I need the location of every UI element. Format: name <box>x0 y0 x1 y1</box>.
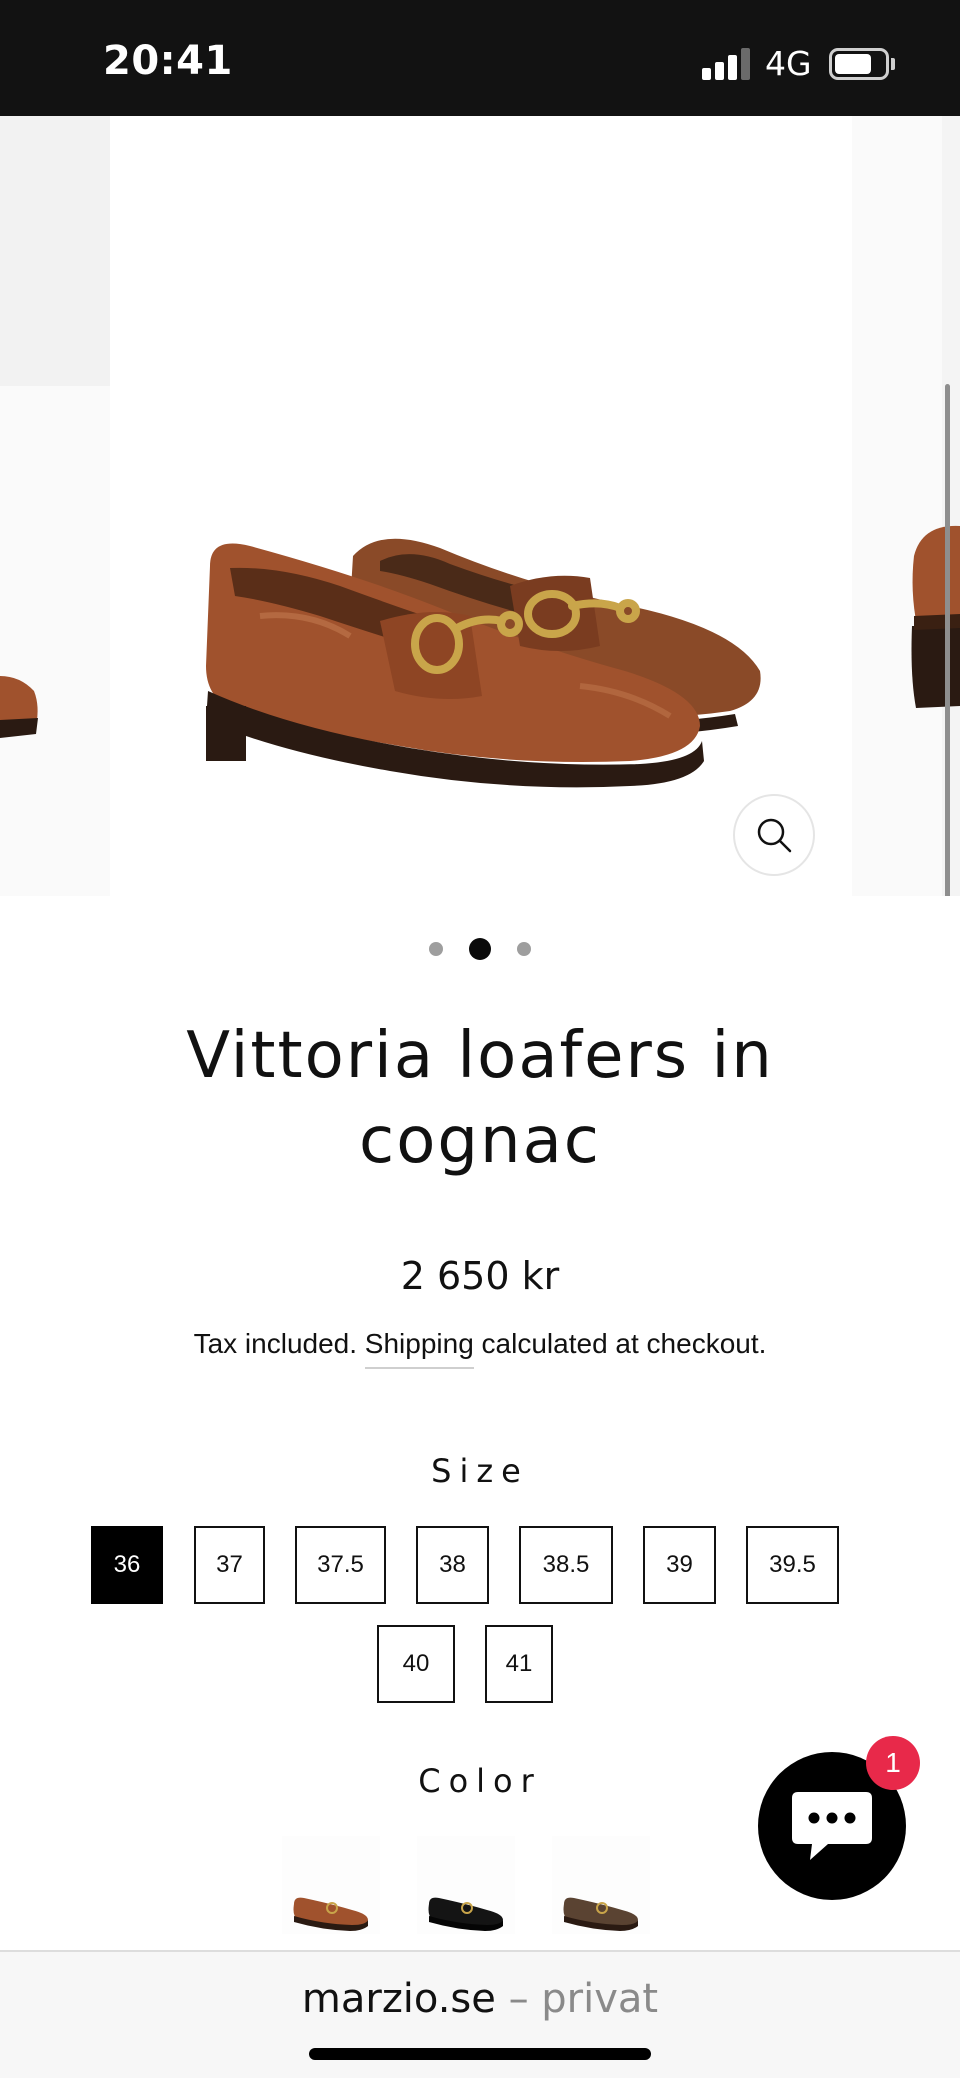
color-swatch-brown[interactable] <box>552 1836 650 1934</box>
network-label: 4G <box>765 44 812 83</box>
gallery-dot-1[interactable] <box>429 942 443 956</box>
zoom-button[interactable] <box>733 794 815 876</box>
home-indicator[interactable] <box>309 2048 651 2060</box>
color-swatch-image <box>428 1897 503 1931</box>
tax-note: Tax included. Shipping calculated at che… <box>0 1328 960 1369</box>
url-display[interactable]: marzio.se – privat <box>0 1976 960 2022</box>
tax-note-suffix: calculated at checkout. <box>473 1328 767 1359</box>
url-suffix: – privat <box>495 1976 659 2022</box>
color-swatch-image <box>563 1897 638 1931</box>
product-price: 2 650 kr <box>400 1254 560 1298</box>
gallery-slide-previous[interactable] <box>0 116 110 896</box>
size-label: Size <box>431 1452 529 1490</box>
size-option-39[interactable]: 39 <box>643 1526 716 1604</box>
size-option-37[interactable]: 37 <box>194 1526 265 1604</box>
browser-address-bar[interactable]: marzio.se – privat <box>0 1950 960 2078</box>
size-option-38-5[interactable]: 38.5 <box>519 1526 613 1604</box>
scrollbar[interactable] <box>945 384 950 896</box>
status-bar: 20:41 4G <box>0 0 960 116</box>
color-swatch-image <box>293 1897 368 1931</box>
gallery-slide-next[interactable] <box>852 116 960 896</box>
tax-note-text: Tax included. <box>193 1328 365 1359</box>
color-swatch-black[interactable] <box>417 1836 515 1934</box>
color-swatch-cognac[interactable] <box>282 1836 380 1934</box>
size-option-38[interactable]: 38 <box>416 1526 489 1604</box>
gallery-dot-3[interactable] <box>517 942 531 956</box>
status-time: 20:41 <box>103 38 233 84</box>
chat-notification-badge: 1 <box>866 1736 920 1790</box>
shipping-link[interactable]: Shipping <box>364 1328 474 1369</box>
size-option-39-5[interactable]: 39.5 <box>746 1526 839 1604</box>
battery-icon <box>829 48 889 80</box>
url-domain: marzio.se <box>301 1976 496 2022</box>
product-gallery[interactable] <box>0 116 960 896</box>
product-title: Vittoria loafers in cognac <box>186 1019 774 1178</box>
size-option-36[interactable]: 36 <box>91 1526 163 1604</box>
gallery-pagination <box>0 938 960 960</box>
chat-icon <box>792 1792 872 1860</box>
signal-icon <box>702 48 750 80</box>
size-option-41[interactable]: 41 <box>485 1625 553 1703</box>
search-icon <box>757 818 792 853</box>
gallery-dot-2[interactable] <box>469 938 491 960</box>
product-image <box>206 538 761 788</box>
size-option-37-5[interactable]: 37.5 <box>295 1526 386 1604</box>
gallery-slide-main[interactable] <box>110 116 852 896</box>
battery-tip <box>891 58 895 70</box>
size-option-40[interactable]: 40 <box>377 1625 455 1703</box>
